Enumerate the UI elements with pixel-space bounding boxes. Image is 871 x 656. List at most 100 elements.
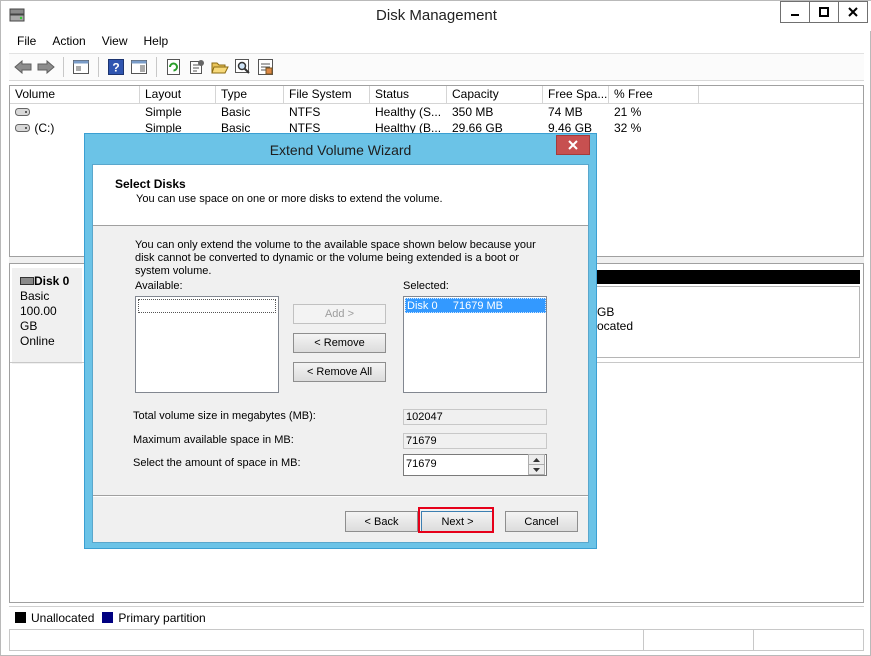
col-file-system[interactable]: File System — [284, 86, 370, 103]
svg-text:?: ? — [112, 61, 119, 75]
back-button-wizard[interactable]: < Back — [345, 511, 418, 532]
help-icon: ? — [108, 59, 124, 75]
free-cell: 74 MB — [548, 105, 583, 119]
console-tree-icon — [73, 60, 89, 74]
status-pane — [754, 630, 863, 650]
refresh-button[interactable] — [165, 58, 183, 76]
minimize-button[interactable] — [780, 1, 810, 23]
search-button[interactable] — [234, 58, 252, 76]
toolbar-separator — [98, 57, 99, 77]
disk-icon — [20, 277, 34, 285]
wizard-title-bar[interactable]: Extend Volume Wizard — [85, 134, 596, 164]
add-button[interactable]: Add > — [293, 304, 386, 324]
cancel-button[interactable]: Cancel — [505, 511, 578, 532]
wizard-title: Extend Volume Wizard — [269, 142, 412, 158]
fs-cell: NTFS — [289, 105, 321, 119]
maximize-icon — [819, 7, 829, 17]
col-free-space[interactable]: Free Spa... — [543, 86, 609, 103]
title-bar[interactable]: Disk Management — [1, 1, 871, 31]
table-row[interactable]: Simple Basic NTFS Healthy (S... 350 MB 7… — [10, 104, 863, 120]
total-size-label: Total volume size in megabytes (MB): — [133, 410, 316, 422]
available-disks-list[interactable] — [135, 296, 279, 393]
amount-value: 71679 — [406, 458, 437, 470]
maximize-button[interactable] — [809, 1, 839, 23]
help-button[interactable]: ? — [107, 58, 125, 76]
toolbar: ? — [9, 53, 864, 81]
pct-cell: 21 % — [614, 105, 642, 119]
chevron-up-icon — [533, 457, 540, 462]
selected-disks-list[interactable]: Disk 0 71679 MB — [403, 296, 547, 393]
col-volume[interactable]: Volume — [10, 86, 140, 103]
col-percent-free[interactable]: % Free — [609, 86, 699, 103]
menu-bar: File Action View Help — [9, 31, 864, 51]
max-space-field: 71679 — [403, 433, 547, 449]
col-capacity[interactable]: Capacity — [447, 86, 543, 103]
unallocated-strip — [596, 270, 860, 284]
open-button[interactable] — [211, 58, 229, 76]
menu-help[interactable]: Help — [136, 34, 177, 48]
close-icon — [848, 7, 858, 17]
properties-pane-icon — [131, 60, 147, 74]
disk-state: Online — [20, 334, 55, 348]
minimize-icon — [791, 14, 799, 16]
forward-arrow-icon — [37, 60, 55, 74]
settings-list-icon — [258, 59, 273, 75]
max-space-label: Maximum available space in MB: — [133, 434, 294, 446]
selected-label: Selected: — [403, 280, 449, 292]
magnifier-icon — [235, 59, 250, 74]
close-icon — [568, 140, 578, 150]
status-pane — [644, 630, 754, 650]
amount-spin-input[interactable]: 71679 — [403, 454, 547, 476]
wizard-header: Select Disks You can use space on one or… — [93, 165, 588, 226]
primary-swatch — [102, 612, 114, 623]
console-tree-button[interactable] — [72, 58, 90, 76]
unallocated-partition[interactable]: GB ocated — [596, 286, 860, 358]
menu-view[interactable]: View — [94, 34, 136, 48]
pct-cell: 32 % — [614, 121, 642, 135]
wizard-content: Select Disks You can use space on one or… — [92, 164, 589, 543]
back-button[interactable] — [14, 58, 32, 76]
volume-name: (C:) — [34, 121, 55, 135]
properties-button[interactable] — [188, 58, 206, 76]
properties-icon — [190, 60, 204, 74]
remove-all-button[interactable]: < Remove All — [293, 362, 386, 382]
disk-0-label[interactable]: Disk 0 Basic 100.00 GB Online — [12, 268, 82, 364]
next-button-highlight — [418, 507, 494, 533]
drive-icon — [15, 124, 30, 132]
wizard-step-subtitle: You can use space on one or more disks t… — [136, 193, 443, 205]
status-pane — [10, 630, 644, 650]
amount-label: Select the amount of space in MB: — [133, 457, 301, 469]
show-hide-button[interactable] — [130, 58, 148, 76]
layout-cell: Simple — [145, 105, 182, 119]
capacity-cell: 350 MB — [452, 105, 494, 119]
back-arrow-icon — [14, 60, 32, 74]
col-status[interactable]: Status — [370, 86, 447, 103]
settings-button[interactable] — [257, 58, 275, 76]
selected-disk-item[interactable]: Disk 0 71679 MB — [405, 298, 546, 313]
folder-open-icon — [211, 62, 229, 74]
col-layout[interactable]: Layout — [140, 86, 216, 103]
disk-size: 100.00 GB — [20, 304, 57, 333]
drive-icon — [15, 108, 30, 116]
menu-action[interactable]: Action — [44, 34, 93, 48]
col-type[interactable]: Type — [216, 86, 284, 103]
type-cell: Basic — [221, 105, 251, 119]
forward-button[interactable] — [37, 58, 55, 76]
partition-state-text: ocated — [597, 319, 634, 333]
spin-down-button[interactable] — [528, 464, 545, 475]
total-size-field: 102047 — [403, 409, 547, 425]
unallocated-swatch — [15, 612, 26, 623]
wizard-description: You can only extend the volume to the av… — [135, 239, 536, 277]
remove-button[interactable]: < Remove — [293, 333, 386, 353]
footer-divider-highlight — [93, 496, 588, 497]
wizard-close-button[interactable] — [556, 135, 590, 155]
chevron-down-icon — [533, 467, 540, 472]
focus-rect — [138, 299, 276, 313]
status-bar — [9, 629, 864, 651]
partition-size-text: GB — [597, 305, 615, 319]
legend: Unallocated Primary partition — [9, 606, 864, 628]
volume-list-header: Volume Layout Type File System Status Ca… — [10, 86, 863, 104]
status-cell: Healthy (S... — [375, 105, 442, 119]
menu-file[interactable]: File — [9, 34, 44, 48]
close-button[interactable] — [838, 1, 868, 23]
